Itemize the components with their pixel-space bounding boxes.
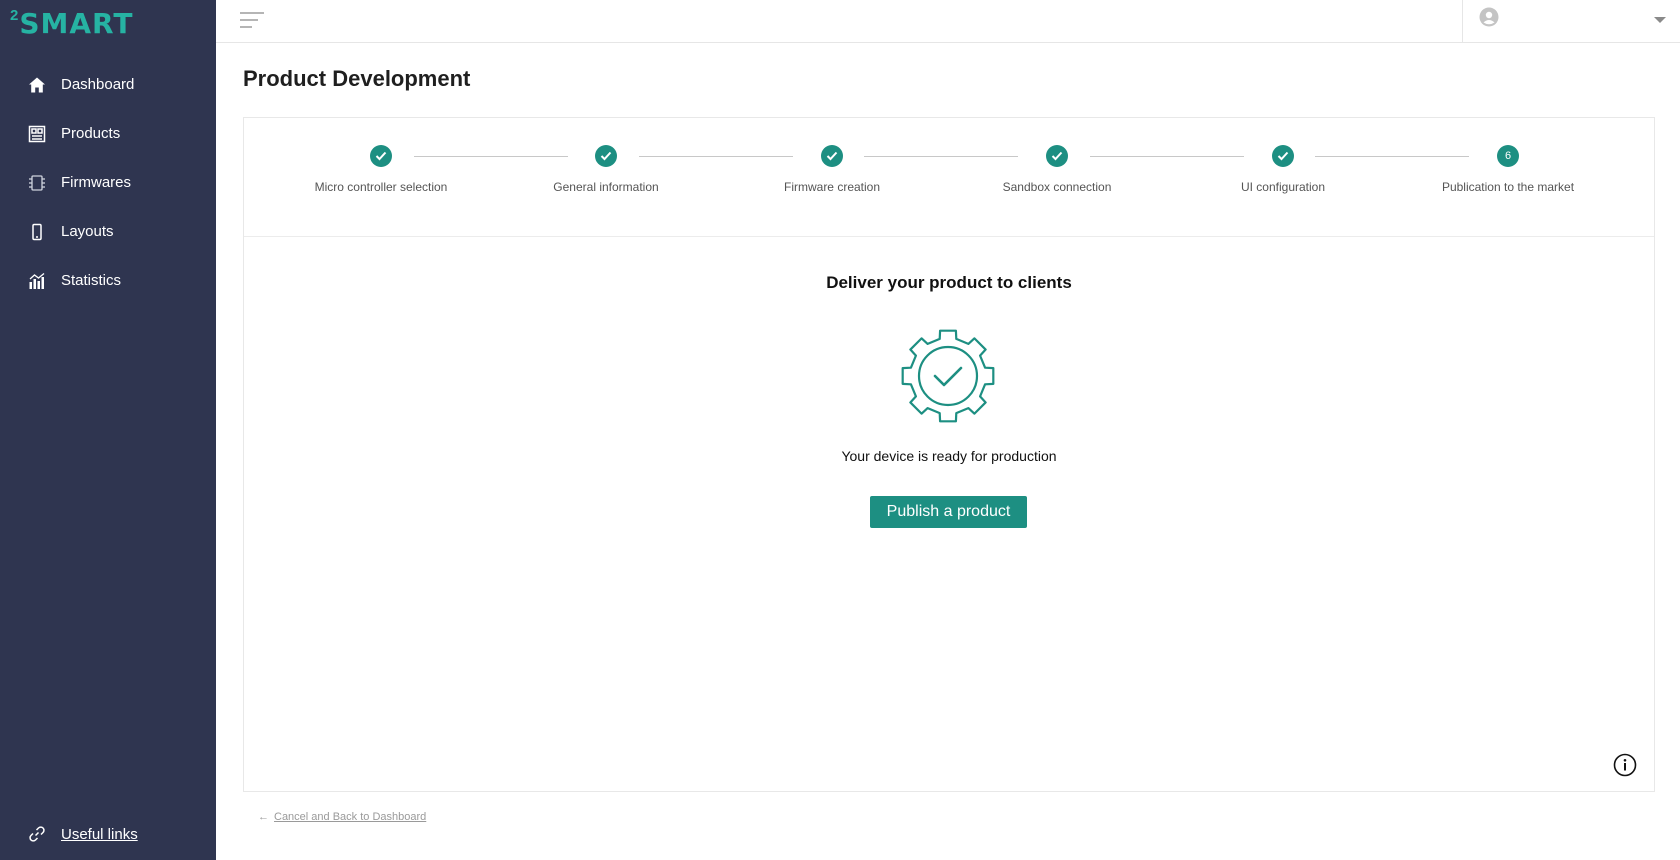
sidebar-item-label: Layouts [61, 223, 114, 240]
chevron-down-icon [1654, 17, 1666, 23]
arrow-left-icon: ← [258, 811, 269, 823]
user-menu[interactable] [1462, 0, 1680, 43]
logo-superscript: 2 [10, 6, 19, 24]
step-3[interactable]: Firmware creation [732, 145, 932, 194]
products-icon [27, 124, 47, 144]
sidebar-item-dashboard[interactable]: Dashboard [0, 60, 216, 109]
cancel-back-label: Cancel and Back to Dashboard [274, 811, 427, 823]
sidebar-nav: Dashboard Products Firmwares Layouts Sta… [0, 60, 216, 305]
check-icon [595, 145, 617, 167]
step-2[interactable]: General information [506, 145, 706, 194]
page-title: Product Development [243, 66, 471, 91]
ready-message: Your device is ready for production [841, 448, 1057, 464]
step-6[interactable]: 6 Publication to the market [1408, 145, 1608, 194]
check-icon [370, 145, 392, 167]
step-number: 6 [1497, 145, 1519, 167]
sidebar-item-products[interactable]: Products [0, 109, 216, 158]
link-icon [27, 824, 47, 844]
home-icon [27, 75, 47, 95]
hamburger-icon[interactable] [240, 12, 264, 30]
check-icon [1272, 145, 1294, 167]
content-heading: Deliver your product to clients [826, 273, 1072, 292]
sidebar-item-layouts[interactable]: Layouts [0, 207, 216, 256]
sidebar-item-statistics[interactable]: Statistics [0, 256, 216, 305]
user-icon [1479, 7, 1499, 32]
sidebar: 2 SMART Dashboard Products Firmwares Lay… [0, 0, 216, 860]
step-label: Firmware creation [783, 180, 881, 194]
step-label: Publication to the market [1441, 180, 1575, 194]
sidebar-item-label: Dashboard [61, 76, 135, 93]
step-label: General information [553, 180, 659, 194]
chart-icon [27, 271, 47, 291]
step-label: Sandbox connection [1002, 180, 1112, 194]
sidebar-item-label: Firmwares [61, 174, 131, 191]
check-icon [821, 145, 843, 167]
sidebar-item-firmwares[interactable]: Firmwares [0, 158, 216, 207]
useful-links[interactable]: Useful links [27, 824, 138, 844]
step-5[interactable]: UI configuration [1183, 145, 1383, 194]
app-logo[interactable]: 2 SMART [10, 6, 133, 40]
check-icon [1046, 145, 1068, 167]
publish-product-button[interactable]: Publish a product [870, 496, 1027, 528]
step-4[interactable]: Sandbox connection [957, 145, 1157, 194]
logo-text: SMART [19, 6, 134, 40]
step-1[interactable]: Micro controller selection [281, 145, 481, 194]
gear-check-icon [900, 328, 996, 424]
phone-icon [27, 222, 47, 242]
useful-links-label: Useful links [61, 825, 138, 843]
step-label: Micro controller selection [314, 180, 448, 194]
step-label: UI configuration [1240, 180, 1326, 194]
sidebar-item-label: Statistics [61, 272, 122, 289]
topbar [216, 0, 1680, 43]
sidebar-item-label: Products [61, 125, 121, 142]
product-development-card: Micro controller selection General infor… [243, 117, 1655, 792]
info-icon[interactable] [1613, 753, 1637, 777]
stepper: Micro controller selection General infor… [244, 118, 1654, 237]
firmware-chip-icon [27, 173, 47, 193]
cancel-back-link[interactable]: ← Cancel and Back to Dashboard [258, 811, 426, 823]
